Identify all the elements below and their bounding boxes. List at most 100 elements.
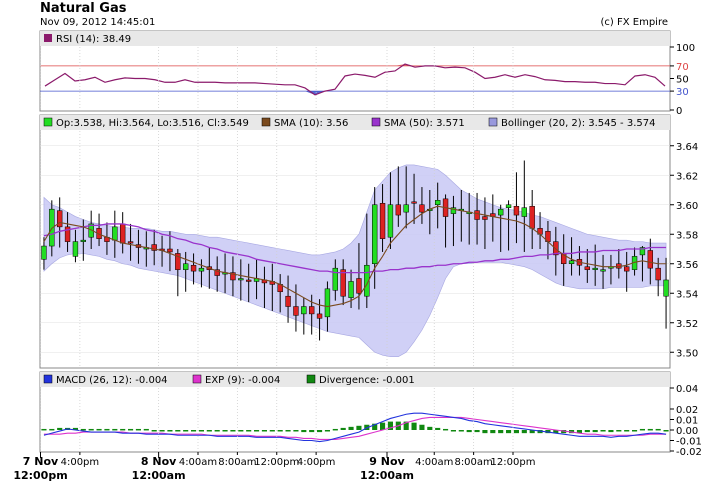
candle-down (308, 306, 315, 315)
price-legend-label: Bollinger (20, 2): 3.545 - 3.574 (501, 118, 655, 129)
candle-down (356, 278, 362, 294)
price-legend-swatch (43, 117, 53, 127)
divergence-bar (411, 422, 417, 430)
candle-down (245, 279, 252, 282)
candle-up (182, 263, 189, 270)
price-tick-label: 3.58 (676, 230, 698, 241)
candle-down (647, 250, 654, 269)
candle-down (119, 223, 126, 244)
rsi-tick-label: 0 (676, 106, 682, 117)
price-tick-label: 3.56 (676, 260, 698, 271)
macd-tick-label: 0.01 (676, 416, 698, 427)
time-label-date: 9 Nov (369, 455, 405, 468)
divergence-bar (655, 428, 661, 431)
candle-down (293, 306, 299, 316)
candle-down (529, 205, 535, 229)
candle-down (513, 205, 520, 216)
price-tick-label: 3.60 (676, 201, 698, 212)
rsi-legend-label: RSI (14): 38.49 (56, 34, 131, 45)
divergence-bar (198, 430, 204, 432)
candle-up (348, 281, 354, 298)
macd-legend-label: Divergence: -0.001 (319, 375, 415, 386)
candle-down (584, 266, 591, 270)
divergence-bar (159, 430, 165, 432)
candle-down (419, 204, 425, 213)
divergence-bar (167, 430, 173, 432)
divergence-bar (490, 430, 496, 434)
divergence-bar (443, 428, 449, 431)
candle-down (127, 241, 134, 244)
candle-up (72, 241, 79, 257)
divergence-bar (246, 430, 252, 432)
candle-up (112, 226, 118, 241)
time-label-date: 8 Nov (141, 455, 177, 468)
candle-down (56, 210, 63, 228)
divergence-bar (340, 427, 346, 430)
candle-up (403, 204, 409, 213)
divergence-bar (285, 430, 291, 432)
candle-up (387, 204, 394, 238)
macd-legend-swatch (306, 374, 316, 384)
candle-up (592, 267, 598, 270)
price-tick-label: 3.64 (676, 142, 698, 153)
candle-down (316, 313, 323, 319)
price-panel: Op:3.538, Hi:3.564, Lo:3.516, Cl:3.549 SM… (39, 114, 698, 369)
divergence-bar (332, 428, 338, 431)
candle-up (521, 207, 528, 217)
price-tick-label: 3.50 (676, 348, 698, 359)
divergence-bar (584, 430, 590, 433)
divergence-bar (277, 430, 283, 432)
divergence-bar (57, 427, 63, 430)
divergence-bar (49, 428, 55, 431)
time-label: 12:00pm (254, 457, 299, 468)
time-label: 12:00pm (491, 457, 536, 468)
candle-up (663, 279, 669, 297)
time-label: 4:00am (179, 457, 217, 468)
divergence-bar (450, 430, 456, 432)
macd-tick-label: 0.04 (676, 384, 698, 395)
divergence-bar (230, 430, 236, 432)
divergence-bar (466, 430, 472, 433)
divergence-bar (104, 428, 110, 431)
natural-gas-chart: Natural Gas Nov 09, 2012 14:45:01 (c) FX… (13, 1, 702, 482)
divergence-bar (647, 428, 653, 431)
macd-tick-label: -0.01 (676, 437, 702, 448)
rsi-legend-bar (40, 31, 670, 46)
time-label-date: 7 Nov (23, 455, 59, 468)
price-tick-label: 3.52 (676, 319, 698, 330)
divergence-bar (458, 430, 464, 432)
time-label: 8:00am (454, 457, 492, 468)
divergence-bar (324, 430, 330, 432)
candle-down (190, 264, 197, 272)
macd-legend-swatch (192, 374, 202, 384)
divergence-bar (96, 428, 102, 431)
divergence-bar (261, 430, 267, 432)
time-label: 8:00am (218, 457, 256, 468)
divergence-bar (624, 430, 630, 432)
candle-up (371, 204, 378, 264)
candle-down (474, 210, 480, 220)
time-label: 4:00pm (297, 457, 336, 468)
macd-tick-label: 0.00 (676, 426, 698, 437)
rsi-panel: RSI (14): 38.49 100 70 5030 0 (39, 30, 695, 117)
macd-legend-label: EXP (9): -0.004 (205, 375, 280, 386)
divergence-bar (309, 430, 315, 433)
time-label-time: 12:00am (360, 469, 414, 482)
rsi-tick-label: 70 (676, 62, 689, 73)
candle-up (568, 260, 575, 264)
candle-down (167, 248, 173, 253)
candle-up (80, 239, 87, 242)
candle-up (332, 267, 339, 291)
candle-up (505, 204, 512, 208)
time-label: 4:00am (415, 457, 453, 468)
divergence-bar (317, 430, 323, 433)
time-label-time: 12:00pm (13, 469, 67, 482)
divergence-bar (608, 430, 614, 433)
divergence-bar (600, 430, 606, 432)
candle-up (301, 306, 307, 315)
candle-up (497, 208, 504, 216)
macd-tick-label: -0.02 (676, 447, 702, 458)
divergence-bar (632, 430, 638, 432)
rsi-legend-swatch (44, 34, 52, 42)
divergence-bar (206, 430, 212, 432)
